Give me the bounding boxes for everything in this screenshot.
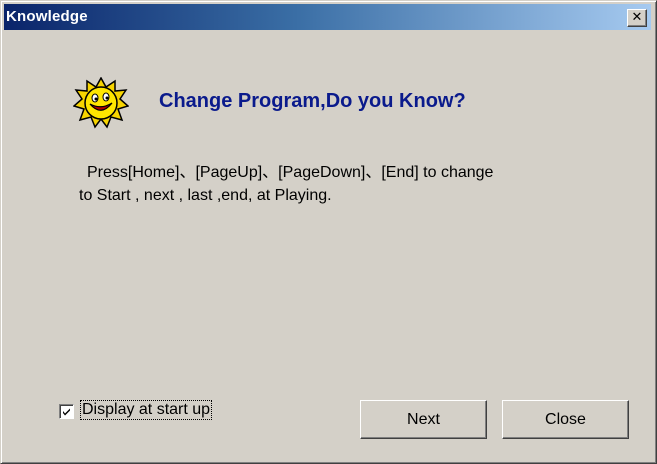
next-button[interactable]: Next — [360, 400, 487, 439]
tip-body-2: to Start , next , last ,end, at Playing. — [79, 184, 619, 207]
window-title: Knowledge — [6, 8, 88, 25]
display-at-startup-checkbox[interactable] — [59, 404, 74, 419]
checkmark-icon — [63, 408, 70, 416]
tip-body-line-2: to Start , next , last ,end, at Playing. — [79, 187, 332, 204]
tip-body: Press[Home]、[PageUp]、[PageDown]、[End] to… — [80, 161, 620, 184]
close-icon: ✕ — [631, 10, 643, 25]
smiling-sun-icon — [73, 77, 129, 129]
title-bar[interactable]: Knowledge ✕ — [4, 4, 651, 30]
knowledge-dialog: Knowledge ✕ Change Program,Do you Know? … — [0, 0, 657, 464]
display-at-startup-label[interactable]: Display at start up — [79, 400, 213, 420]
tip-heading: Change Program,Do you Know? — [159, 90, 466, 112]
close-button[interactable]: Close — [502, 400, 629, 439]
tip-body-line-1: Press[Home]、[PageUp]、[PageDown]、[End] to… — [87, 164, 494, 181]
title-close-button[interactable]: ✕ — [627, 9, 647, 27]
